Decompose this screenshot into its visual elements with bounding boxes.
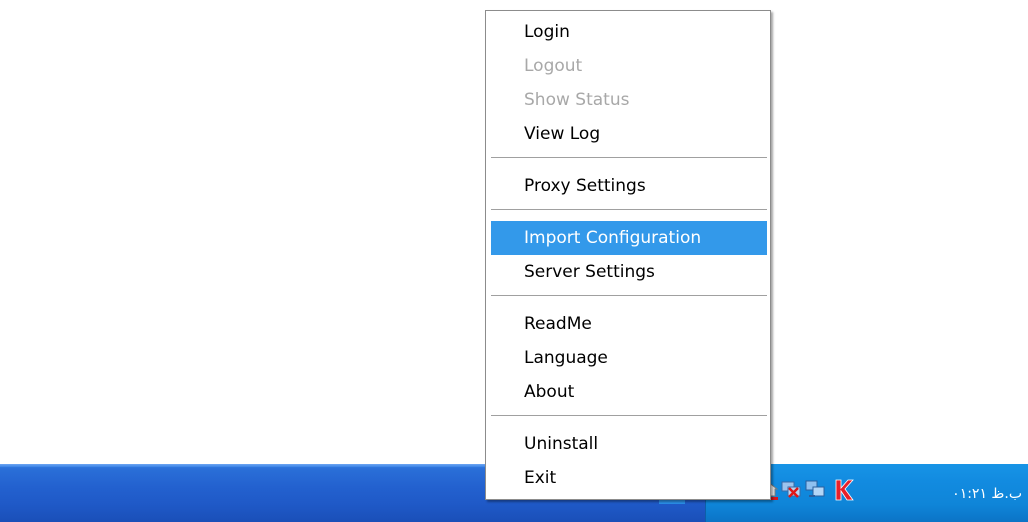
menu-item-readme[interactable]: ReadMe xyxy=(491,307,767,341)
menu-item-uninstall[interactable]: Uninstall xyxy=(491,427,767,461)
menu-item-server-settings[interactable]: Server Settings xyxy=(491,255,767,289)
network-computers-icon[interactable] xyxy=(804,478,826,500)
menu-item-view-log[interactable]: View Log xyxy=(491,117,767,151)
menu-item-language[interactable]: Language xyxy=(491,341,767,375)
menu-item-about[interactable]: About xyxy=(491,375,767,409)
tray-context-menu: Login Logout Show Status View Log Proxy … xyxy=(485,10,771,500)
network-disconnected-icon[interactable] xyxy=(780,478,802,500)
menu-item-proxy-settings[interactable]: Proxy Settings xyxy=(491,169,767,203)
menu-item-logout: Logout xyxy=(524,56,583,76)
menu-separator xyxy=(491,209,767,211)
menu-item-show-status: Show Status xyxy=(524,90,630,110)
clock[interactable]: ۰۱:۲۱ ب.ظ xyxy=(904,484,1022,504)
kaspersky-icon[interactable] xyxy=(832,478,854,501)
menu-item-login[interactable]: Login xyxy=(491,15,767,49)
menu-separator xyxy=(491,415,767,417)
menu-item-exit[interactable]: Exit xyxy=(491,461,767,495)
menu-separator xyxy=(491,295,767,297)
menu-item-import-configuration[interactable]: Import Configuration xyxy=(491,221,767,255)
menu-separator xyxy=(491,157,767,159)
